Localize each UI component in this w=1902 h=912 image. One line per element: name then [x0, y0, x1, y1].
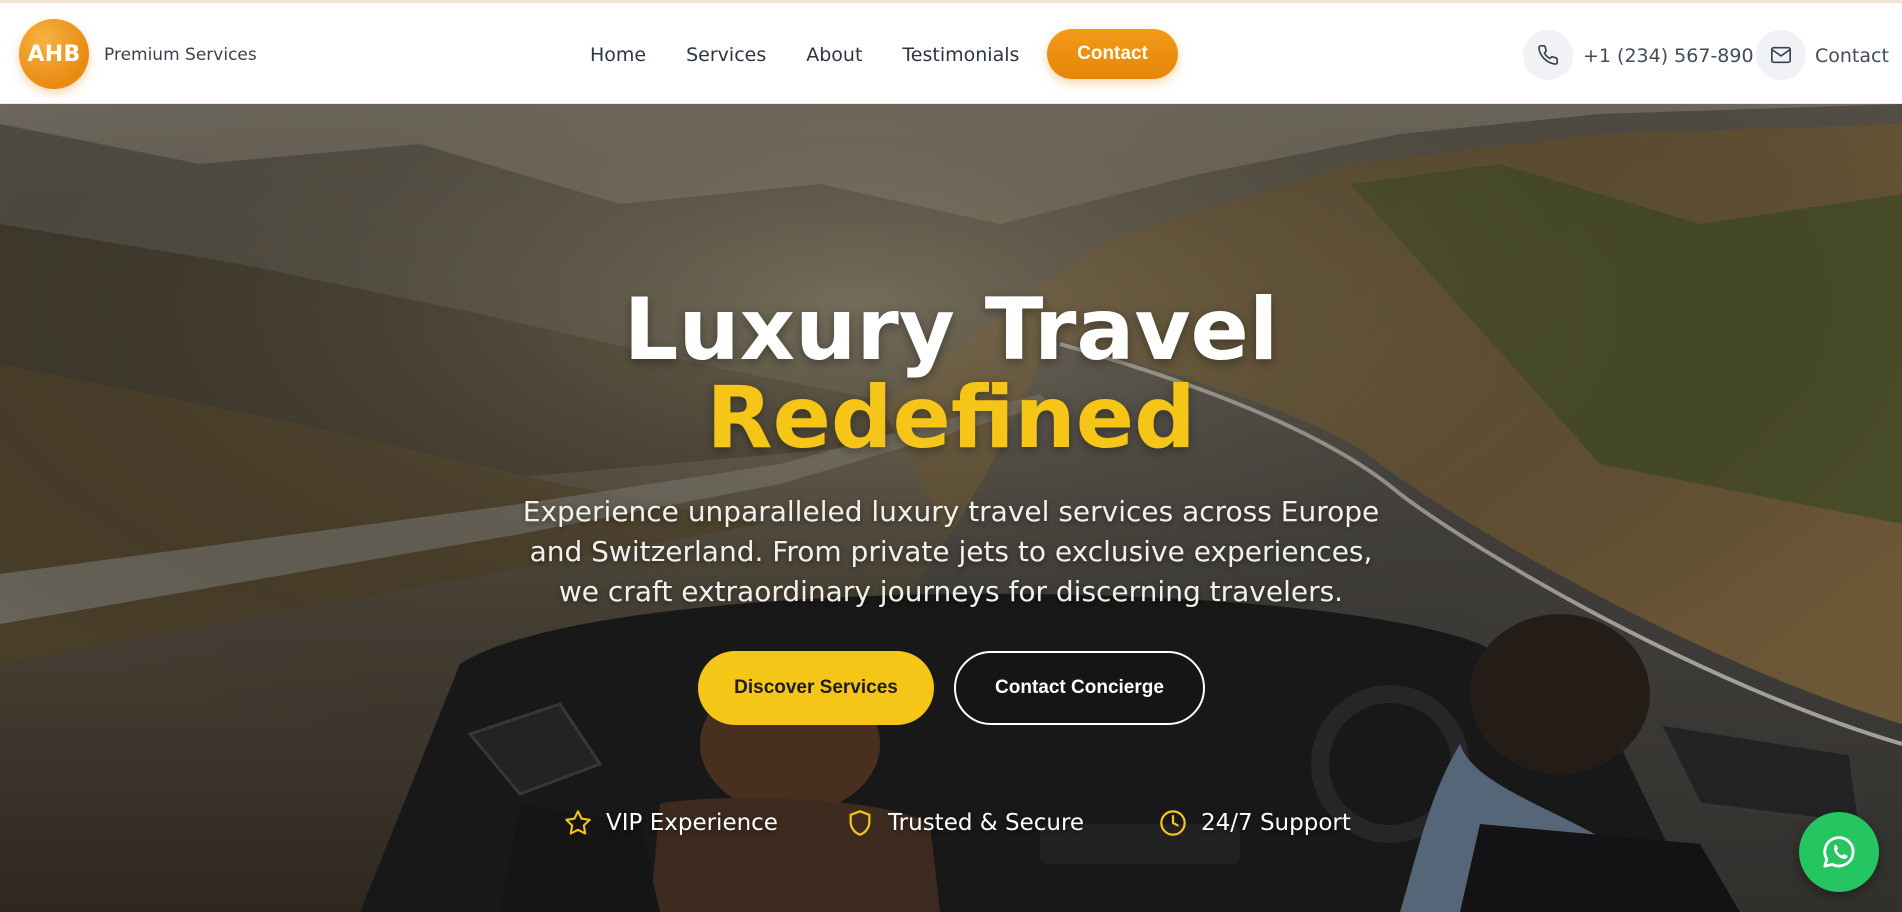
hero-title-accent: Redefined	[706, 368, 1196, 468]
feature-label: Trusted & Secure	[888, 810, 1085, 836]
nav-link-services[interactable]: Services	[686, 44, 766, 66]
whatsapp-icon[interactable]	[1799, 812, 1879, 892]
contact-concierge-button[interactable]: Contact Concierge	[954, 651, 1205, 725]
star-icon	[562, 807, 594, 839]
hero-section: Luxury Travel Redefined Experience unpar…	[0, 104, 1902, 912]
clock-icon	[1157, 807, 1189, 839]
brand-tagline: Premium Services	[104, 45, 257, 65]
hero-title: Luxury Travel	[623, 280, 1279, 380]
feature-support: 24/7 Support	[1157, 806, 1351, 840]
discover-services-button[interactable]: Discover Services	[698, 651, 934, 725]
header-phone-number[interactable]: +1 (234) 567-890	[1583, 45, 1754, 67]
nav-link-testimonials[interactable]: Testimonials	[902, 44, 1019, 66]
brand-logo[interactable]: AHB	[19, 19, 89, 89]
nav-contact-button[interactable]: Contact	[1047, 29, 1178, 79]
main-navigation: Home Services About Testimonials	[590, 30, 1059, 80]
mail-icon[interactable]	[1756, 30, 1806, 80]
phone-icon[interactable]	[1523, 30, 1573, 80]
nav-link-about[interactable]: About	[806, 44, 862, 66]
hero-description: Experience unparalleled luxury travel se…	[522, 495, 1380, 608]
header-contact-link[interactable]: Contact	[1815, 45, 1889, 67]
nav-link-home[interactable]: Home	[590, 44, 646, 66]
feature-label: 24/7 Support	[1201, 810, 1351, 836]
feature-vip-experience: VIP Experience	[562, 806, 778, 840]
feature-trusted-secure: Trusted & Secure	[844, 806, 1084, 840]
feature-label: VIP Experience	[606, 810, 778, 836]
shield-icon	[844, 807, 876, 839]
site-header: AHB Premium Services Home Services About…	[0, 3, 1902, 104]
